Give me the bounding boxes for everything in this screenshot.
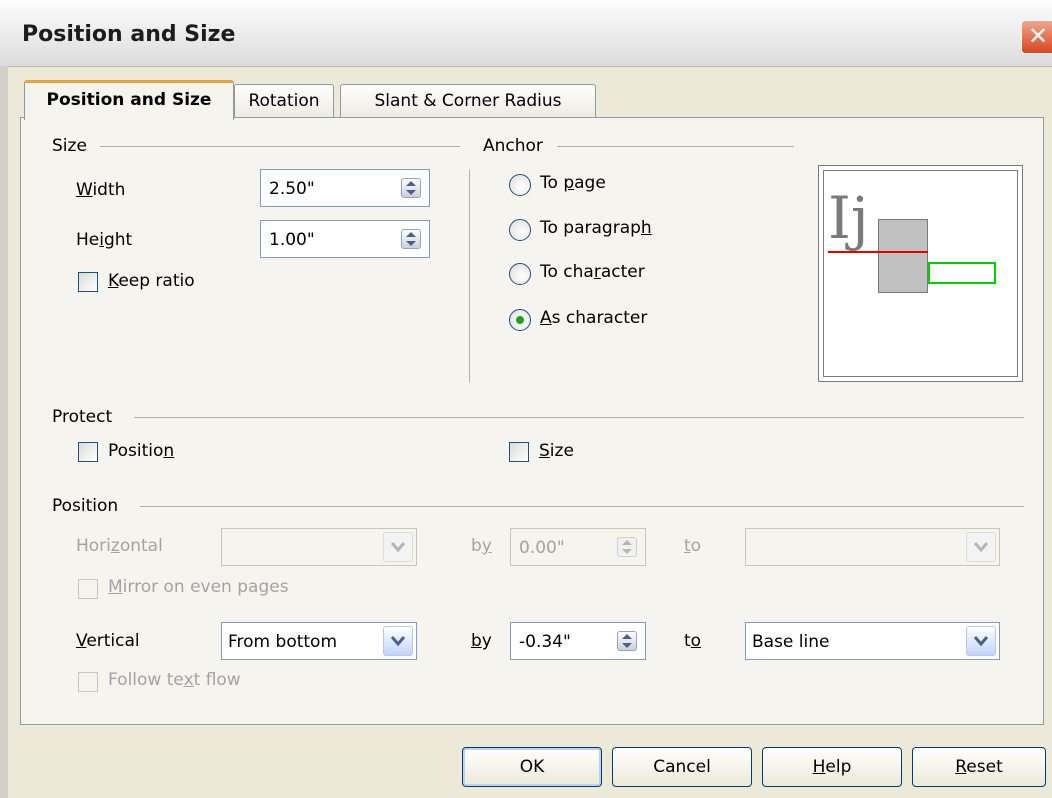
keep-ratio-checkbox[interactable]	[78, 272, 98, 292]
height-spinner[interactable]: 1.00"	[260, 220, 430, 258]
horizontal-to-select[interactable]	[745, 528, 1000, 566]
width-spinner[interactable]: 2.50"	[260, 169, 430, 207]
radio-to-paragraph[interactable]	[509, 219, 531, 241]
keep-ratio-label[interactable]: Keep ratio	[108, 271, 195, 291]
cancel-button[interactable]: Cancel	[612, 747, 752, 787]
size-heading: Size	[52, 136, 87, 156]
spin-down-icon	[622, 643, 632, 648]
horizontal-label: Horizontal	[76, 536, 163, 556]
horizontal-dropdown-button[interactable]	[383, 532, 413, 562]
spin-down-icon	[622, 549, 632, 554]
protect-divider	[134, 417, 1024, 418]
protect-position-checkbox[interactable]	[78, 442, 98, 462]
horizontal-to-label: to	[684, 536, 702, 556]
anchor-preview: Ij	[818, 165, 1023, 382]
spin-down-icon	[406, 241, 416, 246]
vertical-dropdown-button[interactable]	[383, 626, 413, 656]
vertical-to-value: Base line	[752, 632, 830, 652]
to-paragraph-label[interactable]: To paragraph	[540, 218, 652, 238]
tab-slant-corner-radius[interactable]: Slant & Corner Radius	[340, 84, 596, 118]
tab-position-and-size[interactable]: Position and Size	[24, 80, 234, 120]
ok-button[interactable]: OK	[462, 747, 602, 787]
window-frame	[0, 66, 8, 798]
mirror-checkbox[interactable]	[78, 579, 98, 599]
preview-object	[878, 219, 928, 293]
reset-button[interactable]: Reset	[912, 747, 1046, 787]
width-spin-buttons[interactable]	[401, 178, 421, 198]
radio-as-character[interactable]	[509, 309, 531, 331]
protect-heading: Protect	[52, 407, 113, 427]
vertical-by-label: by	[471, 631, 492, 651]
height-value: 1.00"	[269, 230, 315, 250]
height-spin-buttons[interactable]	[401, 229, 421, 249]
vertical-to-dropdown-button[interactable]	[966, 626, 996, 656]
width-value: 2.50"	[269, 179, 315, 199]
vertical-by-value: -0.34"	[519, 632, 571, 652]
tab-rotation[interactable]: Rotation	[234, 84, 334, 118]
horizontal-by-spinner[interactable]: 0.00"	[510, 528, 646, 566]
to-character-label[interactable]: To character	[540, 262, 645, 282]
spin-up-icon	[406, 232, 416, 237]
anchor-divider	[557, 146, 794, 147]
position-divider	[140, 506, 1024, 507]
follow-text-flow-label: Follow text flow	[108, 670, 241, 690]
size-divider	[100, 146, 460, 147]
spin-down-icon	[406, 190, 416, 195]
horizontal-select[interactable]	[221, 528, 417, 566]
vertical-to-select[interactable]: Base line	[745, 622, 1000, 660]
vertical-select[interactable]: From bottom	[221, 622, 417, 660]
close-button[interactable]: ✕	[1021, 20, 1052, 54]
mirror-label: Mirror on even pages	[108, 577, 289, 597]
close-icon: ✕	[1027, 22, 1049, 50]
to-page-label[interactable]: To page	[540, 173, 606, 193]
spin-up-icon	[622, 540, 632, 545]
height-label: Height	[76, 230, 133, 250]
preview-frame	[928, 262, 996, 284]
protect-position-label[interactable]: Position	[108, 441, 174, 461]
spin-up-icon	[406, 181, 416, 186]
help-button[interactable]: Help	[762, 747, 902, 787]
vertical-by-spin-buttons[interactable]	[617, 631, 637, 651]
title-bar: Position and Size ✕	[0, 0, 1052, 67]
protect-size-checkbox[interactable]	[509, 442, 529, 462]
chevron-down-icon	[974, 636, 988, 646]
vertical-value: From bottom	[228, 632, 338, 652]
size-anchor-separator	[469, 170, 470, 382]
horizontal-by-spin-buttons[interactable]	[617, 537, 637, 557]
radio-to-character[interactable]	[509, 263, 531, 285]
protect-size-label[interactable]: Size	[539, 441, 574, 461]
preview-text: Ij	[828, 184, 869, 252]
vertical-by-spinner[interactable]: -0.34"	[510, 622, 646, 660]
chevron-down-icon	[974, 542, 988, 552]
dialog-title: Position and Size	[22, 22, 236, 47]
radio-to-page[interactable]	[509, 174, 531, 196]
radio-selected-dot	[516, 316, 524, 324]
horizontal-to-dropdown-button[interactable]	[966, 532, 996, 562]
chevron-down-icon	[391, 542, 405, 552]
anchor-heading: Anchor	[483, 136, 543, 156]
width-label: Width	[76, 180, 126, 200]
vertical-to-label: to	[684, 631, 702, 651]
spin-up-icon	[622, 634, 632, 639]
preview-baseline	[828, 251, 928, 253]
position-heading: Position	[52, 496, 119, 516]
vertical-label: Vertical	[76, 631, 140, 651]
horizontal-by-label: by	[471, 536, 492, 556]
follow-text-flow-checkbox[interactable]	[78, 672, 98, 692]
as-character-label[interactable]: As character	[540, 308, 647, 328]
chevron-down-icon	[391, 636, 405, 646]
